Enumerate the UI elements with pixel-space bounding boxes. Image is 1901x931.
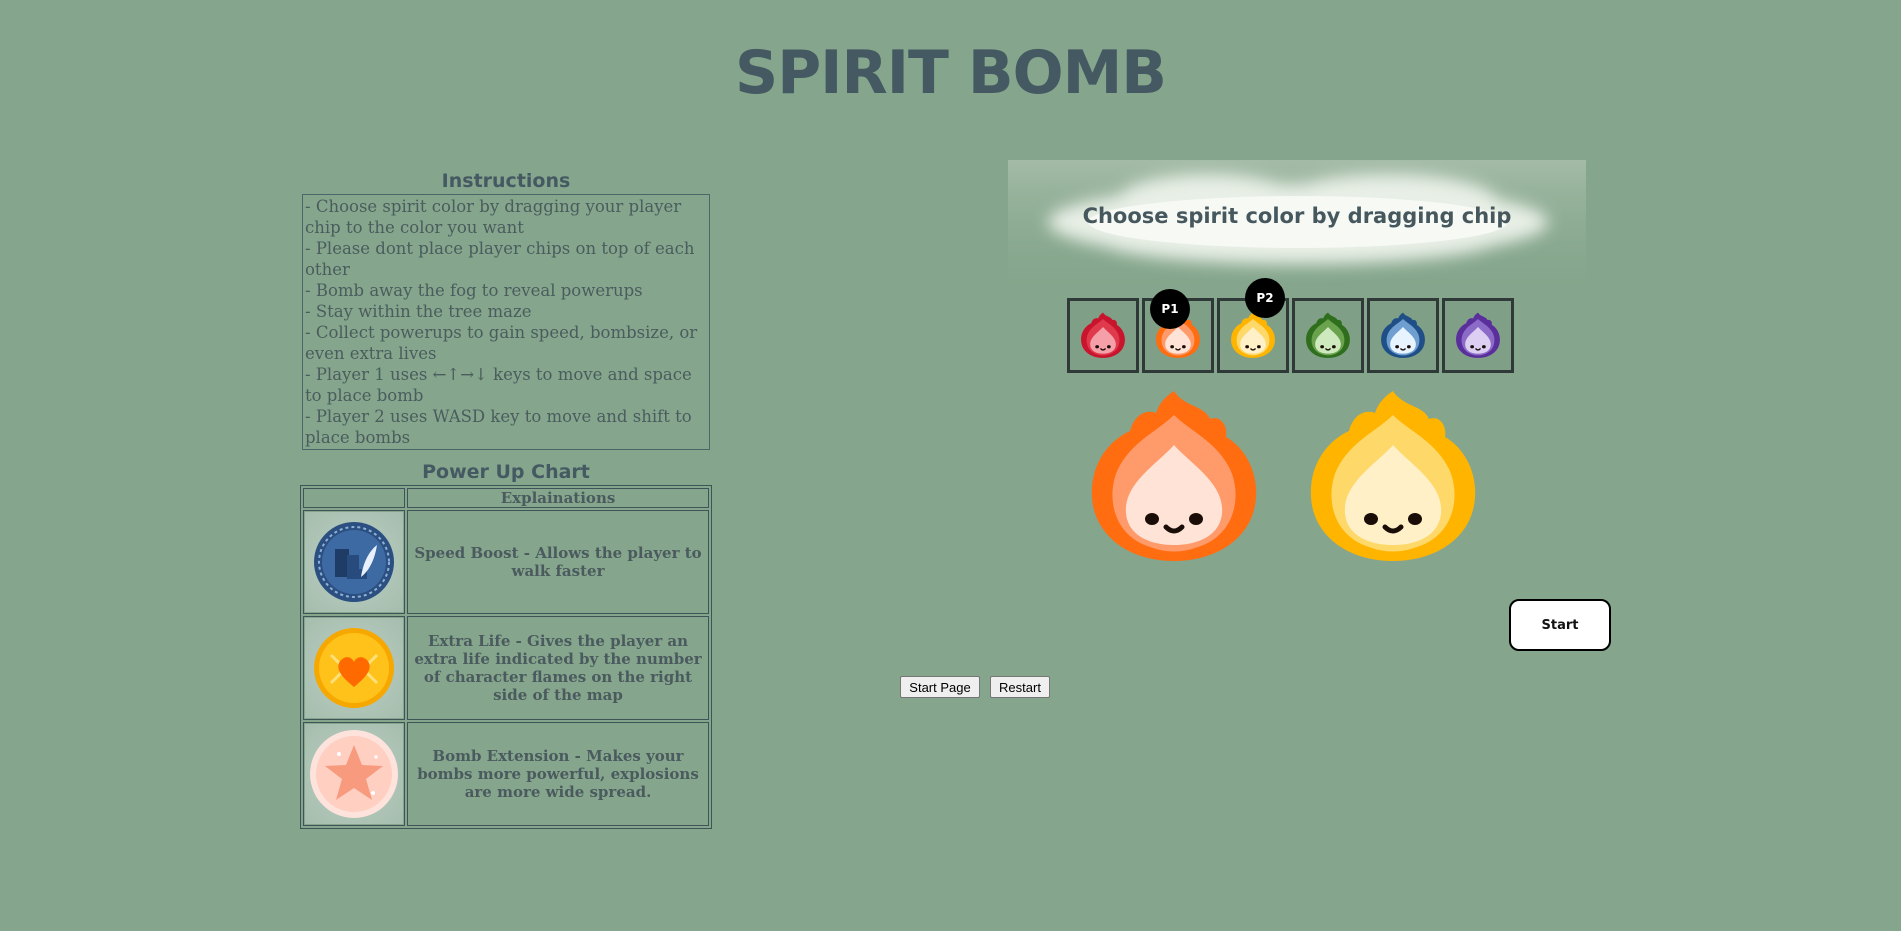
instruction-line: - Stay within the tree maze — [305, 302, 532, 321]
table-row: Speed Boost - Allows the player to walk … — [303, 510, 709, 614]
spirit-flame-icon — [1306, 312, 1350, 358]
restart-button[interactable]: Restart — [990, 676, 1050, 698]
game-title: SPIRIT BOMB — [734, 38, 1167, 108]
color-chip-green[interactable] — [1292, 298, 1364, 373]
color-chip-red[interactable] — [1067, 298, 1139, 373]
spirit-flame-icon — [1081, 312, 1125, 358]
table-row: Bomb Extension - Makes your bombs more p… — [303, 722, 709, 826]
start-button[interactable]: Start — [1509, 599, 1611, 651]
instruction-line: - Please dont place player chips on top … — [305, 239, 695, 279]
instruction-line: - Player 1 uses ←↑→↓ keys to move and sp… — [305, 365, 692, 405]
table-header-empty — [303, 488, 405, 508]
table-header-explanations: Explainations — [407, 488, 709, 508]
cloud-banner-text: Choose spirit color by dragging chip — [1082, 204, 1512, 228]
powerup-chart: Power Up Chart Explainations Speed Boost… — [300, 461, 712, 829]
extra-life-icon — [314, 628, 394, 708]
instructions-panel: Instructions - Choose spirit color by dr… — [302, 170, 710, 450]
instruction-line: - Collect powerups to gain speed, bombsi… — [305, 323, 698, 363]
player2-spirit-flame — [1310, 391, 1476, 561]
instructions-box: - Choose spirit color by dragging your p… — [302, 194, 710, 450]
instruction-line: - Choose spirit color by dragging your p… — [305, 197, 682, 237]
bomb-extension-icon — [310, 730, 398, 818]
cloud-banner — [1008, 160, 1586, 300]
color-chip-purple[interactable] — [1442, 298, 1514, 373]
spirit-flame-icon — [1456, 312, 1500, 358]
player2-chip[interactable]: P2 — [1245, 278, 1285, 318]
spirit-flame-icon — [1381, 312, 1425, 358]
spirit-flame-icon — [1231, 312, 1275, 358]
powerup-heading: Power Up Chart — [422, 461, 590, 483]
player1-chip[interactable]: P1 — [1150, 289, 1190, 329]
powerup-description: Extra Life - Gives the player an extra l… — [407, 616, 709, 720]
table-row: Extra Life - Gives the player an extra l… — [303, 616, 709, 720]
start-page-button[interactable]: Start Page — [900, 676, 980, 698]
color-chip-blue[interactable] — [1367, 298, 1439, 373]
powerup-table: Explainations Speed Boost - Allows the p… — [300, 485, 712, 829]
instructions-heading: Instructions — [441, 170, 571, 192]
speed-boost-icon — [314, 522, 394, 602]
powerup-description: Bomb Extension - Makes your bombs more p… — [407, 722, 709, 826]
instruction-line: - Player 2 uses WASD key to move and shi… — [305, 407, 692, 447]
instruction-line: - Bomb away the fog to reveal powerups — [305, 281, 643, 300]
player1-spirit-flame — [1091, 391, 1257, 561]
powerup-description: Speed Boost - Allows the player to walk … — [407, 510, 709, 614]
